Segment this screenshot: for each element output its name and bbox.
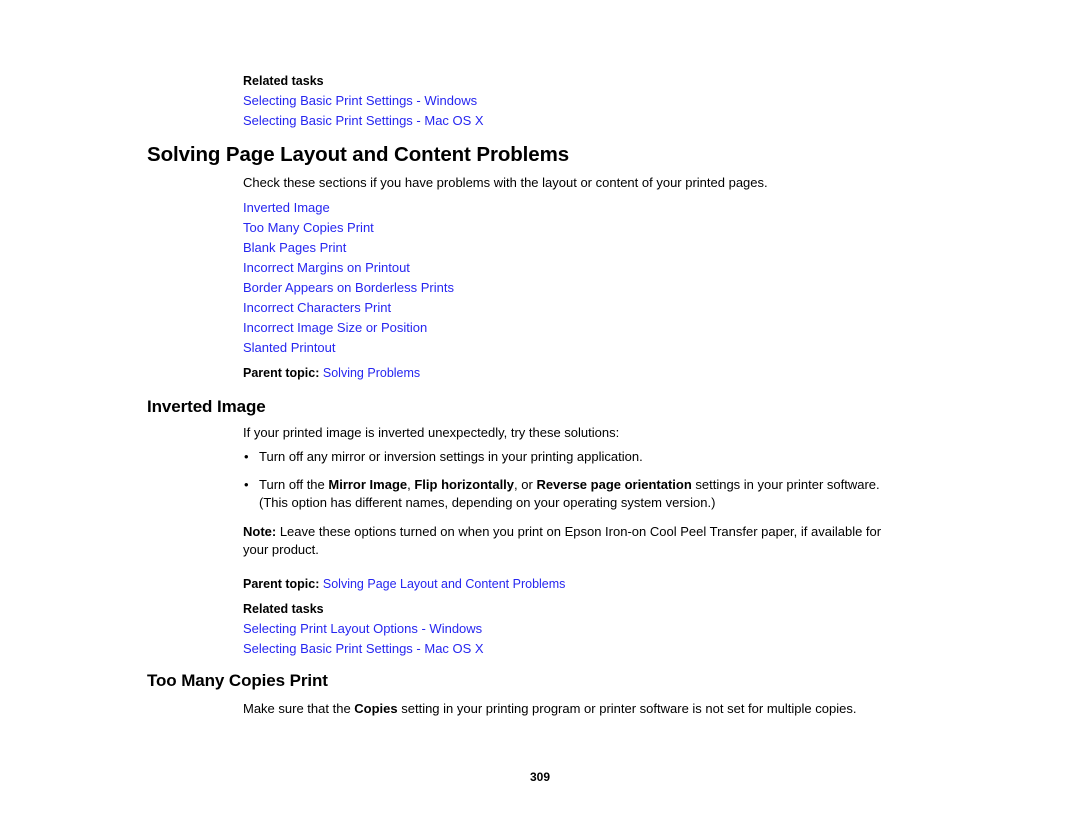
parent-topic-link-solving-page-layout-and-content-problems[interactable]: Solving Page Layout and Content Problems bbox=[323, 577, 566, 591]
related-tasks-label: Related tasks bbox=[243, 74, 324, 88]
note-text: Leave these options turned on when you p… bbox=[243, 524, 882, 557]
topic-link-list: Inverted Image Too Many Copies Print Bla… bbox=[243, 198, 908, 358]
topic-link-incorrect-margins-on-printout[interactable]: Incorrect Margins on Printout bbox=[243, 258, 410, 278]
parent-topic-label: Parent topic: bbox=[243, 366, 320, 380]
topic-link-inverted-image[interactable]: Inverted Image bbox=[243, 198, 330, 218]
note-block: Note: Leave these options turned on when… bbox=[243, 523, 908, 559]
main-intro-text: Check these sections if you have problem… bbox=[243, 175, 768, 190]
too-many-copies-body-block: Make sure that the Copies setting in you… bbox=[243, 700, 908, 718]
page-number: 309 bbox=[529, 770, 551, 784]
body-text: Turn off the bbox=[259, 477, 329, 492]
body-text: , or bbox=[514, 477, 537, 492]
body-text: Make sure that the bbox=[243, 701, 355, 716]
section-heading-inverted-image: Inverted Image bbox=[147, 397, 266, 416]
main-intro-block: Check these sections if you have problem… bbox=[243, 174, 908, 192]
topic-link-blank-pages-print[interactable]: Blank Pages Print bbox=[243, 238, 346, 258]
bullet-list: • Turn off any mirror or inversion settin… bbox=[243, 448, 908, 512]
page-title: Solving Page Layout and Content Problems bbox=[147, 143, 569, 166]
topic-link-too-many-copies-print[interactable]: Too Many Copies Print bbox=[243, 218, 374, 238]
related-tasks-block-top: Related tasks Selecting Basic Print Sett… bbox=[243, 71, 908, 131]
bullet-list-item: • Turn off the Mirror Image, Flip horizon… bbox=[243, 476, 908, 512]
related-tasks-label: Related tasks bbox=[243, 602, 324, 616]
section-heading-too-many-copies-print: Too Many Copies Print bbox=[147, 671, 328, 690]
emphasis-text: Copies bbox=[354, 701, 398, 716]
inverted-image-intro-text: If your printed image is inverted unexpe… bbox=[243, 425, 620, 440]
related-task-link[interactable]: Selecting Print Layout Options - Windows bbox=[243, 619, 482, 639]
note-paragraph: Note: Leave these options turned on when… bbox=[243, 523, 908, 559]
related-task-link[interactable]: Selecting Basic Print Settings - Mac OS … bbox=[243, 639, 484, 659]
parent-topic-link-solving-problems[interactable]: Solving Problems bbox=[323, 366, 420, 380]
inverted-image-bullet-list: • Turn off any mirror or inversion settin… bbox=[243, 448, 908, 512]
document-page: Related tasks Selecting Basic Print Sett… bbox=[0, 0, 1080, 834]
body-text: setting in your printing program or prin… bbox=[397, 701, 857, 716]
emphasis-text: Flip horizontally bbox=[414, 477, 515, 492]
topic-link-border-appears-on-borderless-prints[interactable]: Border Appears on Borderless Prints bbox=[243, 278, 454, 298]
note-label: Note: bbox=[243, 524, 277, 539]
topic-link-incorrect-characters-print[interactable]: Incorrect Characters Print bbox=[243, 298, 391, 318]
inverted-image-intro-block: If your printed image is inverted unexpe… bbox=[243, 424, 908, 442]
inverted-image-heading-block: Inverted Image bbox=[147, 396, 908, 418]
parent-topic-inverted-image: Parent topic: Solving Page Layout and Co… bbox=[243, 575, 908, 593]
parent-topic-main: Parent topic: Solving Problems bbox=[243, 364, 908, 382]
topic-link-incorrect-image-size-or-position[interactable]: Incorrect Image Size or Position bbox=[243, 318, 427, 338]
parent-topic-label: Parent topic: bbox=[243, 577, 320, 591]
related-task-link[interactable]: Selecting Basic Print Settings - Windows bbox=[243, 91, 477, 111]
emphasis-text: Reverse page orientation bbox=[536, 477, 692, 492]
bullet-icon: • bbox=[244, 449, 249, 464]
bullet-icon: • bbox=[244, 477, 249, 492]
emphasis-text: Mirror Image bbox=[328, 477, 408, 492]
main-heading-block: Solving Page Layout and Content Problems bbox=[147, 142, 908, 168]
too-many-copies-heading-block: Too Many Copies Print bbox=[147, 670, 908, 692]
topic-link-slanted-printout[interactable]: Slanted Printout bbox=[243, 338, 336, 358]
related-tasks-block-inverted-image: Related tasks Selecting Print Layout Opt… bbox=[243, 599, 908, 659]
related-task-link[interactable]: Selecting Basic Print Settings - Mac OS … bbox=[243, 111, 484, 131]
body-text: Turn off any mirror or inversion setting… bbox=[259, 449, 643, 464]
too-many-copies-paragraph: Make sure that the Copies setting in you… bbox=[243, 700, 908, 718]
bullet-list-item: • Turn off any mirror or inversion settin… bbox=[243, 448, 908, 466]
